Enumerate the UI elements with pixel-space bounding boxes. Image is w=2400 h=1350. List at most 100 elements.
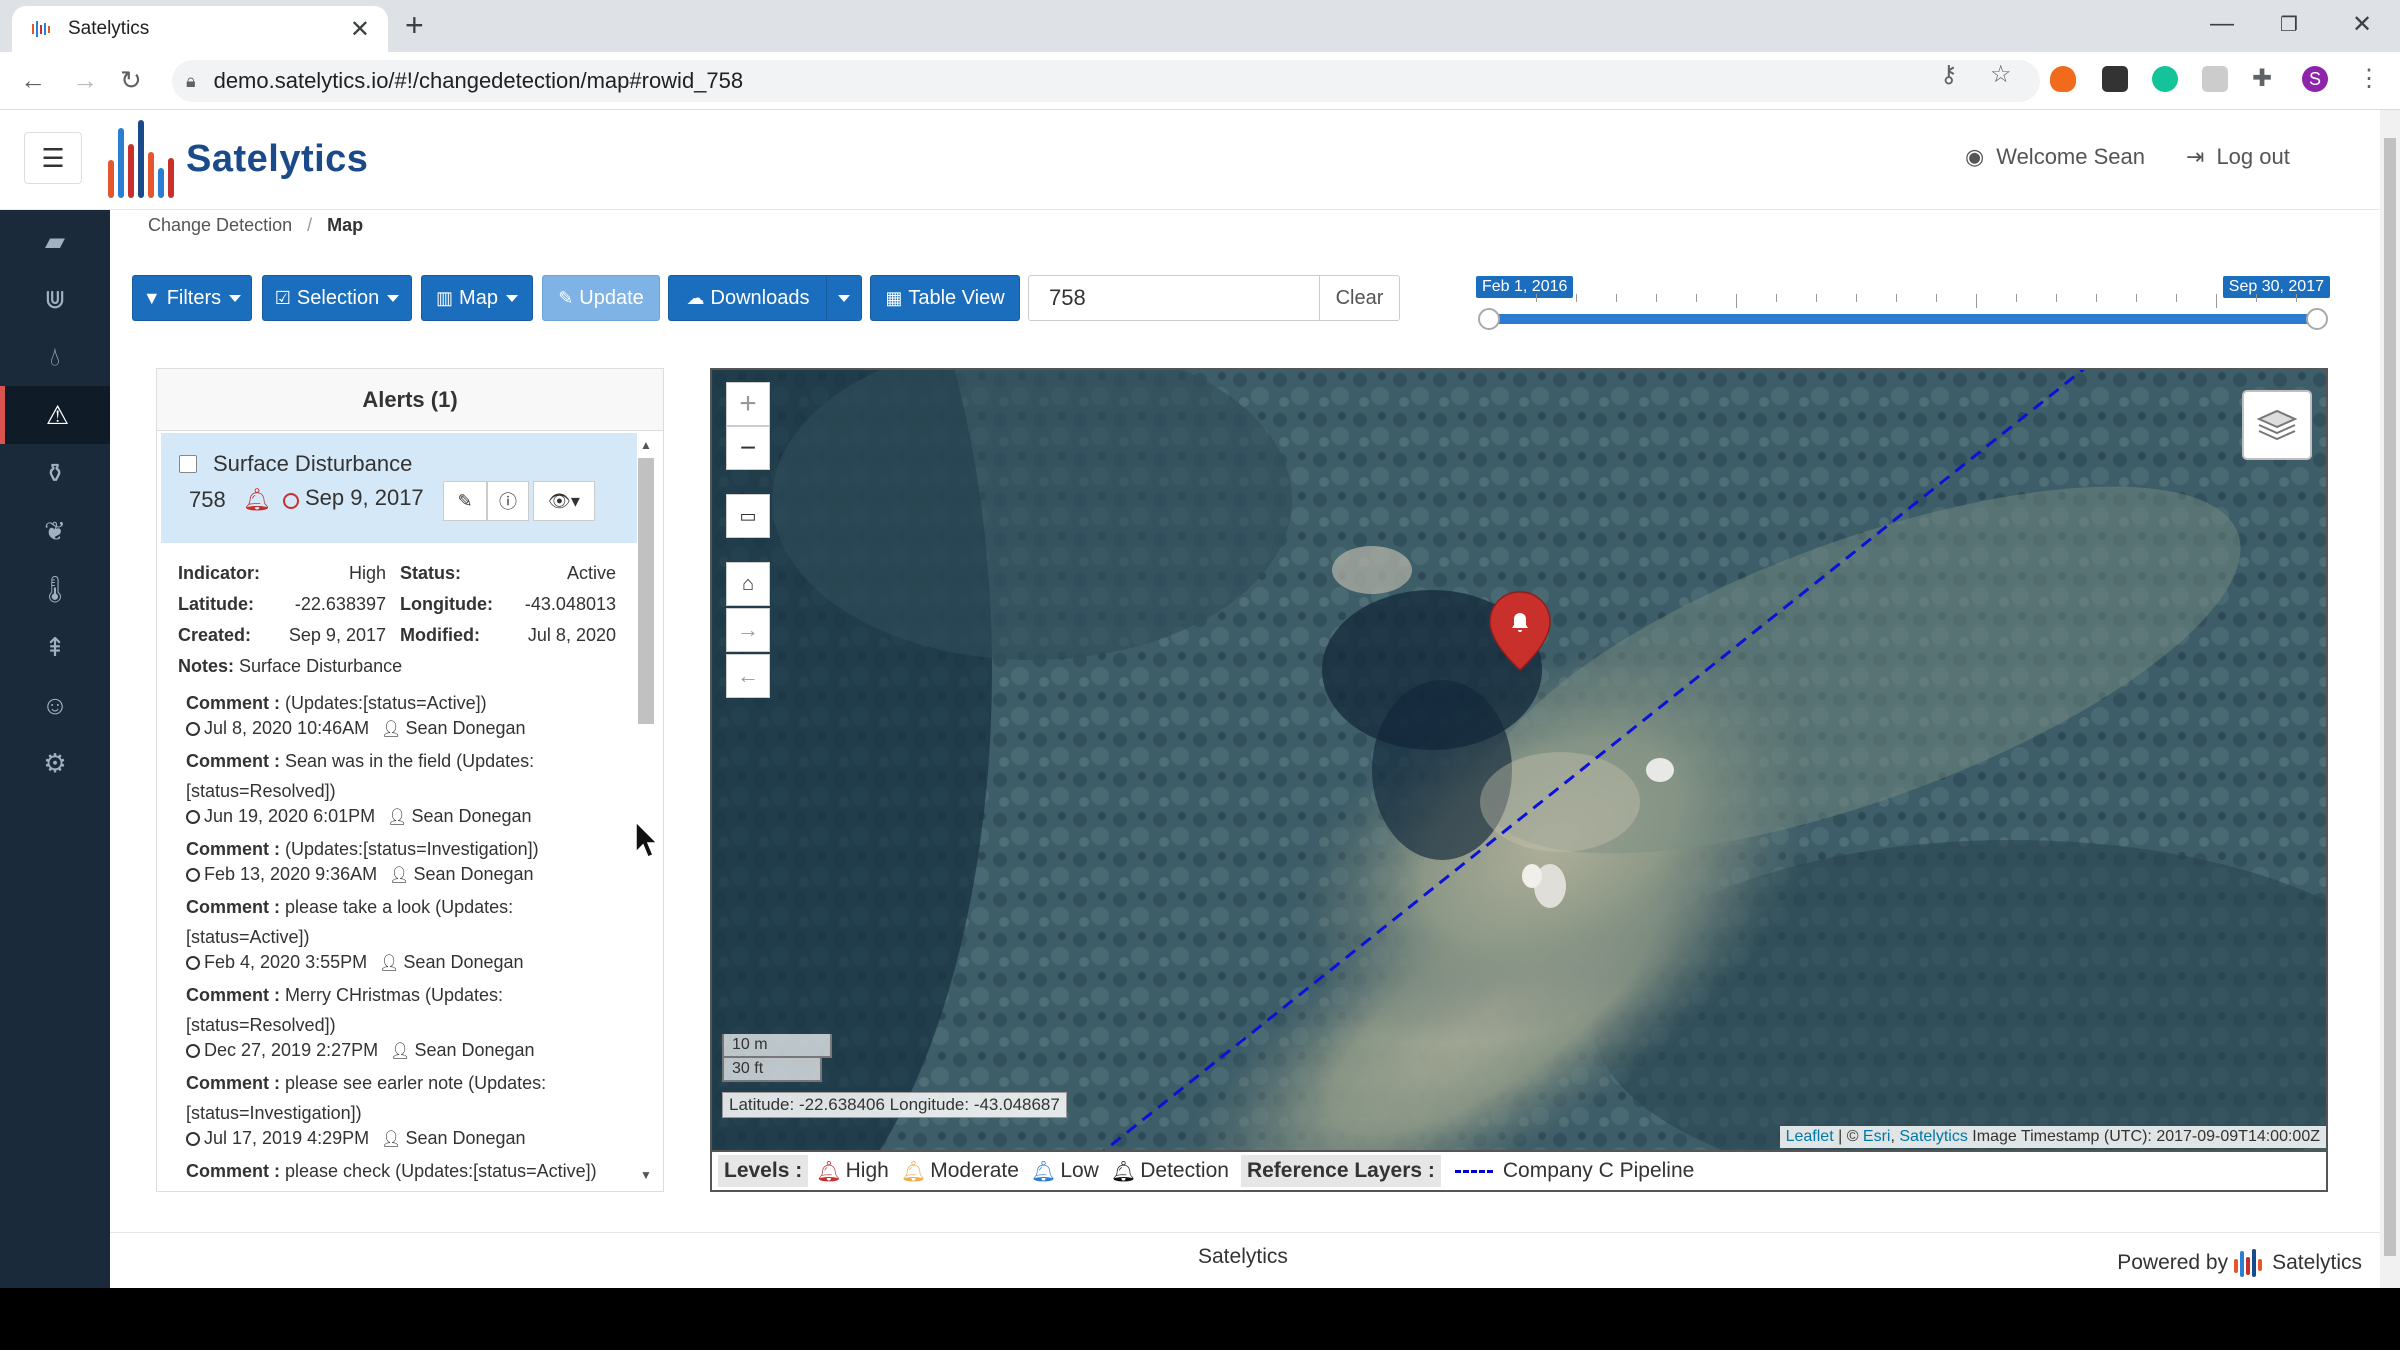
search-input[interactable] [1028, 275, 1320, 321]
zoom-out-button[interactable]: − [726, 426, 770, 470]
info-icon[interactable]: ⓘ [487, 481, 529, 521]
slider-tick [1776, 294, 1777, 302]
comment-label: Comment : [186, 693, 280, 713]
window-close-icon[interactable]: ✕ [2352, 10, 2372, 39]
tree-icon[interactable]: ⇞ [0, 618, 110, 676]
logout-link[interactable]: ⇥ Log out [2186, 144, 2290, 170]
measure-ruler-icon[interactable]: ▭ [726, 494, 770, 538]
downloads-button[interactable]: ☁ Downloads [668, 275, 828, 321]
clear-button[interactable]: Clear [1320, 275, 1400, 321]
extensions-puzzle-icon[interactable]: ✚ [2252, 66, 2278, 92]
warning-icon[interactable]: ⚠︎ [0, 386, 110, 444]
satelytics-logo[interactable]: Satelytics [108, 120, 368, 198]
clock-icon [186, 1043, 200, 1058]
hamburger-menu-icon[interactable]: ☰ [24, 132, 82, 184]
slider-tick [1696, 294, 1697, 302]
slider-tick [2136, 294, 2137, 302]
page-scrollbar[interactable] [2380, 110, 2400, 1288]
table-view-button[interactable]: ▦ Table View [870, 275, 1020, 321]
bookmark-star-icon[interactable]: ☆ [1990, 60, 2012, 89]
comment-user: Sean Donegan [414, 1040, 535, 1060]
esri-link[interactable]: Esri [1863, 1128, 1891, 1145]
leaf-icon[interactable]: ❦ [0, 502, 110, 560]
downloads-dropdown-toggle[interactable] [826, 275, 862, 321]
extension-fire-icon[interactable] [2050, 66, 2076, 92]
profile-avatar[interactable]: S [2302, 66, 2328, 92]
map-button[interactable]: ▥ Map [421, 275, 533, 321]
filters-button[interactable]: ▼ Filters [132, 275, 252, 321]
notes-label: Notes: [178, 656, 235, 676]
comment-time: Jul 8, 2020 10:46AM [204, 718, 370, 738]
slider-tick [2296, 294, 2297, 302]
slider-start-handle[interactable] [1478, 308, 1500, 330]
restore-icon[interactable]: ❐ [2280, 12, 2298, 37]
scroll-up-icon[interactable]: ▲ [640, 438, 652, 452]
extension-grammarly-icon[interactable] [2152, 66, 2178, 92]
url-field[interactable]: 🔒︎ demo.satelytics.io/#!/changedetection… [172, 60, 2040, 102]
eye-dropdown-icon[interactable]: 👁︎▾ [533, 481, 595, 521]
back-icon[interactable]: ← [20, 66, 46, 94]
longitude-value: -43.048013 [524, 594, 616, 614]
slider-track[interactable] [1488, 314, 2316, 324]
new-tab-icon[interactable]: + [405, 8, 424, 42]
magnet-icon[interactable]: ⋓ [0, 270, 110, 328]
scroll-down-icon[interactable]: ▼ [640, 1168, 652, 1182]
forward-icon[interactable]: → [72, 66, 98, 94]
bottle-icon[interactable]: ⚱︎ [0, 444, 110, 502]
page-scroll-thumb[interactable] [2384, 138, 2396, 1256]
leaflet-link[interactable]: Leaflet [1786, 1128, 1834, 1145]
bell-high-icon: 🔔︎ [816, 1160, 842, 1183]
back-arrow-icon[interactable]: ← [726, 654, 770, 698]
footer: Satelytics Powered by Satelytics [110, 1232, 2380, 1288]
droplet-icon[interactable]: 💧︎ [0, 328, 110, 386]
alerts-scrollbar[interactable]: ▲ ▼ [636, 434, 656, 1184]
browser-tab[interactable]: Satelytics ✕ [12, 6, 388, 52]
update-button[interactable]: ✎ Update [542, 275, 660, 321]
legend-low: Low [1060, 1159, 1099, 1182]
logo-text: Satelytics [186, 137, 369, 180]
extension-gray-icon[interactable] [2202, 66, 2228, 92]
satelytics-link[interactable]: Satelytics [1899, 1128, 1967, 1145]
breadcrumb-change-detection[interactable]: Change Detection [148, 215, 292, 235]
scroll-thumb[interactable] [638, 458, 654, 724]
extension-box-icon[interactable] [2102, 66, 2128, 92]
map-view[interactable]: + − ▭ ⌂ → ← 10 m 30 ft Latitude: -22.638… [710, 368, 2328, 1152]
selection-button[interactable]: ☑ Selection [262, 275, 412, 321]
user-icon: 👤︎ [389, 866, 410, 884]
screen-bottom-bar [0, 1288, 2400, 1350]
home-icon[interactable]: ⌂ [726, 562, 770, 606]
alert-card[interactable]: Surface Disturbance 758 🔔︎ Sep 9, 2017 ✎… [161, 433, 637, 543]
key-icon[interactable]: ⚷ [1940, 60, 1958, 89]
close-tab-icon[interactable]: ✕ [350, 15, 370, 44]
browser-menu-icon[interactable]: ⋮ [2356, 66, 2382, 92]
user-circle-icon: ◉ [1965, 144, 1985, 169]
thermometer-icon[interactable]: 🌡︎ [0, 560, 110, 618]
filters-label: Filters [166, 286, 222, 309]
date-range-slider[interactable]: Feb 1, 2016 Sep 30, 2017 [1474, 272, 2330, 334]
comment-label: Comment : [186, 839, 280, 859]
minimize-icon[interactable]: — [2210, 10, 2234, 38]
alert-checkbox[interactable] [179, 455, 197, 473]
slider-tick [1656, 294, 1657, 302]
cogs-icon[interactable]: ⚙︎ [0, 734, 110, 792]
folder-open-icon[interactable]: ▰ [0, 212, 110, 270]
latitude-label: Latitude: [178, 594, 254, 614]
edit-pencil-icon[interactable]: ✎ [443, 481, 487, 521]
modified-value: Jul 8, 2020 [527, 625, 616, 645]
zoom-in-button[interactable]: + [726, 382, 770, 426]
layers-icon[interactable] [2242, 390, 2312, 460]
slider-end-handle[interactable] [2306, 308, 2328, 330]
sidebar-nav: ▰ ⋓ 💧︎ ⚠︎ ⚱︎ ❦ 🌡︎ ⇞ ☺︎ ⚙︎ [0, 210, 110, 1288]
slider-tick [2056, 294, 2057, 302]
reload-icon[interactable]: ↻ [120, 66, 142, 94]
slider-tick [1816, 294, 1817, 302]
breadcrumb-current: Map [327, 215, 364, 235]
powered-by-label: Powered by [2117, 1251, 2229, 1274]
map-legend: Levels : 🔔︎ High 🔔︎ Moderate 🔔︎ Low 🔔︎ Detec… [710, 1152, 2328, 1192]
user-circle-icon[interactable]: ☺︎ [0, 676, 110, 734]
table-icon: ▦ [885, 287, 903, 308]
selection-label: Selection [296, 286, 380, 309]
comment-label: Comment : [186, 985, 280, 1005]
forward-arrow-icon[interactable]: → [726, 608, 770, 652]
welcome-user[interactable]: ◉ Welcome Sean [1965, 144, 2145, 170]
